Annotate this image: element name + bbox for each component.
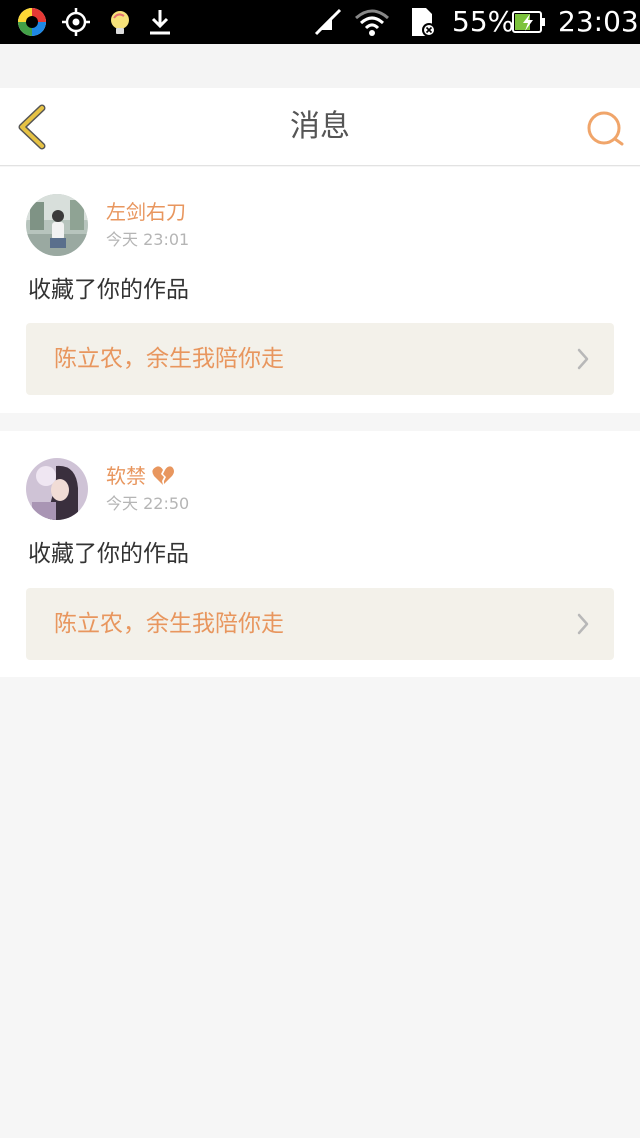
timestamp: 今天 22:50 xyxy=(106,494,190,513)
username-text: 软禁 xyxy=(106,464,146,488)
lightbulb-icon xyxy=(111,11,129,34)
clock: 23:03 xyxy=(558,5,639,38)
crosshair-icon xyxy=(62,8,90,36)
username[interactable]: 软禁 xyxy=(106,462,175,490)
status-bar: 55% 23:03 xyxy=(0,0,640,44)
chevron-right-icon xyxy=(577,613,589,635)
broken-heart-icon xyxy=(152,466,175,485)
message-card: 左剑右刀 今天 23:01 收藏了你的作品 陈立农，余生我陪你走 xyxy=(0,167,640,413)
chevron-right-icon xyxy=(577,348,589,370)
timestamp: 今天 23:01 xyxy=(106,230,190,249)
battery-charging-icon xyxy=(512,11,545,33)
page-title: 消息 xyxy=(290,109,350,144)
work-link[interactable]: 陈立农，余生我陪你走 xyxy=(26,588,614,660)
battery-percent: 55% xyxy=(452,5,515,38)
work-title: 陈立农，余生我陪你走 xyxy=(54,346,284,372)
avatar[interactable] xyxy=(26,458,88,520)
work-title: 陈立农，余生我陪你走 xyxy=(54,611,284,637)
wifi-icon xyxy=(355,9,389,36)
mute-icon xyxy=(314,8,342,36)
message-text: 收藏了你的作品 xyxy=(28,541,189,567)
header-bar: 消息 xyxy=(0,88,640,166)
360-security-icon xyxy=(18,8,46,36)
search-icon[interactable] xyxy=(584,108,628,148)
message-text: 收藏了你的作品 xyxy=(28,277,189,303)
sdcard-error-icon xyxy=(412,8,436,37)
top-spacer xyxy=(0,44,640,88)
message-card: 软禁 今天 22:50 收藏了你的作品 陈立农，余生我陪你走 xyxy=(0,431,640,677)
download-icon xyxy=(150,10,170,35)
avatar[interactable] xyxy=(26,194,88,256)
username[interactable]: 左剑右刀 xyxy=(106,198,186,226)
work-link[interactable]: 陈立农，余生我陪你走 xyxy=(26,323,614,395)
